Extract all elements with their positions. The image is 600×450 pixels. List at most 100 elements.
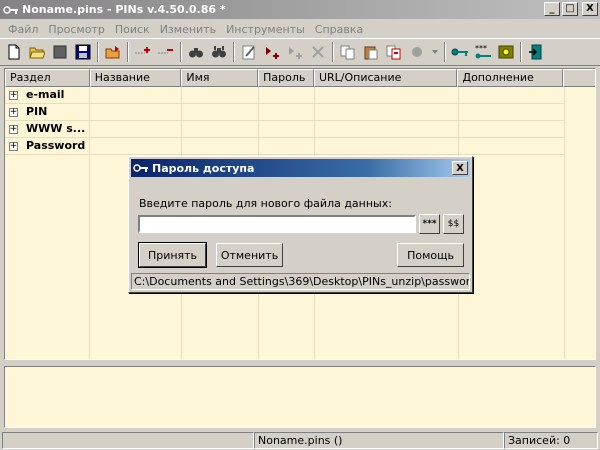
column-header-password[interactable]: Пароль <box>258 69 314 87</box>
cell-url <box>315 104 459 121</box>
column-header-url[interactable]: URL/Описание <box>313 69 458 87</box>
grid-header: Раздел Название Имя Пароль URL/Описание … <box>5 69 595 87</box>
column-header-name[interactable]: Имя <box>181 69 259 87</box>
password-dialog: Пароль доступа X Введите пароль для ново… <box>128 156 473 293</box>
cell-title <box>90 138 182 155</box>
toolbar-separator <box>332 42 334 62</box>
record-detail-panel[interactable] <box>4 366 596 428</box>
section-cell[interactable]: + WWW s... <box>5 121 90 138</box>
help-button[interactable]: Помощь <box>397 243 464 267</box>
toolbar: *** <box>0 38 600 66</box>
cell-extra <box>459 104 565 121</box>
key-icon <box>133 162 149 174</box>
column-header-title[interactable]: Название <box>89 69 182 87</box>
expand-icon[interactable]: + <box>9 124 18 134</box>
menu-tools[interactable]: Инструменты <box>221 23 310 36</box>
window-title: Noname.pins - PINs v.4.50.0.86 * <box>22 3 226 16</box>
section-cell[interactable]: + e-mail <box>5 87 90 104</box>
column-header-extra[interactable]: Дополнение <box>457 69 564 87</box>
menu-search[interactable]: Поиск <box>110 23 155 36</box>
toolbar-separator <box>97 42 99 62</box>
special-symbols-button[interactable]: $$ <box>443 214 464 234</box>
table-row[interactable]: + Password <box>5 138 595 155</box>
password-generator-button[interactable]: *** <box>419 214 440 234</box>
add-record-icon[interactable] <box>262 41 282 63</box>
dialog-title-bar: Пароль доступа <box>131 159 470 177</box>
cell-name <box>182 138 259 155</box>
toolbar-separator <box>444 42 446 62</box>
cell-password <box>259 87 315 104</box>
menu-bar: Файл Просмотр Поиск Изменить Инструменты… <box>0 20 600 38</box>
status-records: Записей: 0 <box>504 432 598 449</box>
dialog-title: Пароль доступа <box>152 161 255 175</box>
maximize-button[interactable]: □ <box>562 2 578 16</box>
key-icon[interactable] <box>450 41 470 63</box>
remove-section-icon[interactable] <box>156 41 176 63</box>
close-button[interactable]: X <box>582 2 598 16</box>
section-label: PIN <box>26 105 48 118</box>
section-cell[interactable]: + PIN <box>5 104 90 121</box>
cell-extra <box>459 138 565 155</box>
cell-url <box>315 87 459 104</box>
file-path-display: C:\Documents and Settings\369\Desktop\PI… <box>131 273 470 290</box>
password-generator-icon[interactable]: *** <box>473 41 493 63</box>
cell-url <box>315 138 459 155</box>
column-header-filler <box>563 69 595 87</box>
section-cell[interactable]: + Password <box>5 138 90 155</box>
toolbar-separator <box>127 42 129 62</box>
cell-name <box>182 104 259 121</box>
table-row[interactable]: + PIN <box>5 104 595 121</box>
options-icon[interactable] <box>496 41 516 63</box>
cell-password <box>259 121 315 138</box>
expand-icon[interactable]: + <box>9 141 18 151</box>
minimize-button[interactable]: _ <box>544 2 560 16</box>
dialog-prompt: Введите пароль для нового файла данных: <box>139 197 392 210</box>
key-icon <box>3 3 19 17</box>
close-file-icon[interactable] <box>50 41 70 63</box>
open-recent-icon[interactable] <box>103 41 123 63</box>
cell-password <box>259 104 315 121</box>
cell-title <box>90 104 182 121</box>
save-icon[interactable] <box>73 41 93 63</box>
copy-icon[interactable] <box>338 41 358 63</box>
dialog-close-button[interactable]: X <box>452 161 468 175</box>
password-generator-icon: *** <box>422 219 437 229</box>
column-header-section[interactable]: Раздел <box>5 69 90 87</box>
symbols-icon: $$ <box>447 219 460 229</box>
open-folder-icon[interactable] <box>27 41 47 63</box>
cell-extra <box>459 87 565 104</box>
menu-file[interactable]: Файл <box>3 23 43 36</box>
cell-title <box>90 121 182 138</box>
section-label: Password <box>26 139 86 152</box>
cell-extra <box>459 121 565 138</box>
toolbar-separator <box>233 42 235 62</box>
find-next-icon[interactable] <box>209 41 229 63</box>
expand-icon[interactable]: + <box>9 90 18 100</box>
paste-icon[interactable] <box>361 41 381 63</box>
status-left <box>2 432 254 449</box>
cancel-button[interactable]: Отменить <box>216 243 283 267</box>
add-record-copy-icon[interactable] <box>285 41 305 63</box>
exit-icon[interactable] <box>526 41 546 63</box>
section-label: WWW s... <box>26 122 86 135</box>
copy-url-icon[interactable] <box>384 41 404 63</box>
password-input[interactable] <box>138 215 416 233</box>
record-dot-icon[interactable] <box>407 41 427 63</box>
toolbar-separator <box>180 42 182 62</box>
cell-url <box>315 121 459 138</box>
status-file: Noname.pins () <box>254 432 504 449</box>
table-row[interactable]: + WWW s... <box>5 121 595 138</box>
menu-help[interactable]: Справка <box>310 23 368 36</box>
table-row[interactable]: + e-mail <box>5 87 595 104</box>
new-file-icon[interactable] <box>4 41 24 63</box>
accept-button[interactable]: Принять <box>138 242 207 268</box>
menu-view[interactable]: Просмотр <box>43 23 109 36</box>
status-bar: Noname.pins () Записей: 0 <box>0 431 600 450</box>
delete-record-icon[interactable] <box>308 41 328 63</box>
menu-edit[interactable]: Изменить <box>155 23 221 36</box>
dropdown-arrow-icon[interactable] <box>430 41 440 63</box>
edit-record-icon[interactable] <box>239 41 259 63</box>
expand-icon[interactable]: + <box>9 107 18 117</box>
find-icon[interactable] <box>186 41 206 63</box>
add-section-icon[interactable] <box>133 41 153 63</box>
